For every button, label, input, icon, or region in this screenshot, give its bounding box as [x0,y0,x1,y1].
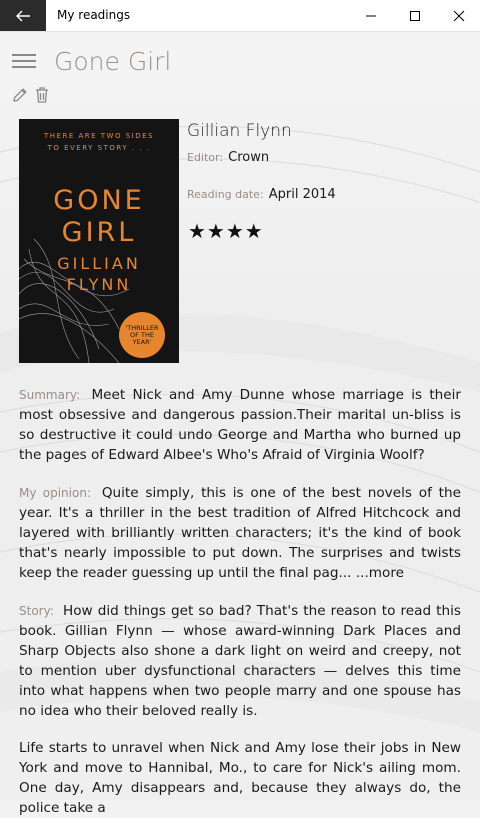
editor-value: Crown [228,150,270,165]
maximize-icon [410,10,420,21]
title-bar: My readings [0,0,480,32]
maximize-button[interactable] [392,0,438,31]
summary-label: Summary: [19,388,81,402]
editor-label: Editor: [187,151,224,164]
story-label: Story: [19,604,54,618]
cover-badge: 'THRILLER OF THE YEAR' [119,312,165,358]
rating-stars: ★★★★ [188,219,264,243]
arrow-left-icon [16,10,30,21]
minimize-icon [366,15,376,16]
close-icon [453,10,465,21]
cover-author-line-1: GILLIAN [57,254,141,273]
opinion-label: My opinion: [19,486,91,500]
reading-date-label: Reading date: [187,188,264,201]
editor-row: Editor: Crown [187,146,269,165]
story-text: How did things get so bad? That's the re… [19,603,461,719]
reading-date-value: April 2014 [268,187,336,202]
summary-section: Summary: Meet Nick and Amy Dunne whose m… [19,385,461,465]
book-cover: THERE ARE TWO SIDES TO EVERY STORY . . .… [19,119,179,363]
story-text-2: Life starts to unravel when Nick and Amy… [19,740,461,816]
trash-icon[interactable] [34,86,50,104]
scroll-thumb[interactable] [472,32,478,800]
book-author: Gillian Flynn [187,121,292,141]
reading-date-row: Reading date: April 2014 [187,183,336,202]
cover-tagline-2: TO EVERY STORY . . . [47,144,151,152]
page-title: Gone Girl [54,47,172,76]
cover-badge-line-3: YEAR' [132,337,152,346]
scrollbar[interactable] [472,32,478,800]
summary-text: Meet Nick and Amy Dunne whose marriage i… [19,387,462,463]
cover-author-line-2: FLYNN [66,275,132,294]
window-title: My readings [57,8,131,22]
cover-tagline-1: THERE ARE TWO SIDES [44,132,154,140]
hamburger-icon[interactable] [12,54,36,70]
pencil-icon[interactable] [11,86,29,104]
cover-title-line-1: GONE [53,185,145,216]
story-section-continued: Life starts to unravel when Nick and Amy… [19,738,461,818]
story-section: Story: How did things get so bad? That's… [19,601,461,721]
cover-title-line-2: GIRL [61,217,137,248]
more-link[interactable]: ...more [356,565,404,581]
minimize-button[interactable] [348,0,394,31]
back-button[interactable] [0,0,46,31]
close-button[interactable] [436,0,480,31]
opinion-section: My opinion: Quite simply, this is one of… [19,483,461,583]
cover-tagline: THERE ARE TWO SIDES TO EVERY STORY . . . [19,130,179,154]
